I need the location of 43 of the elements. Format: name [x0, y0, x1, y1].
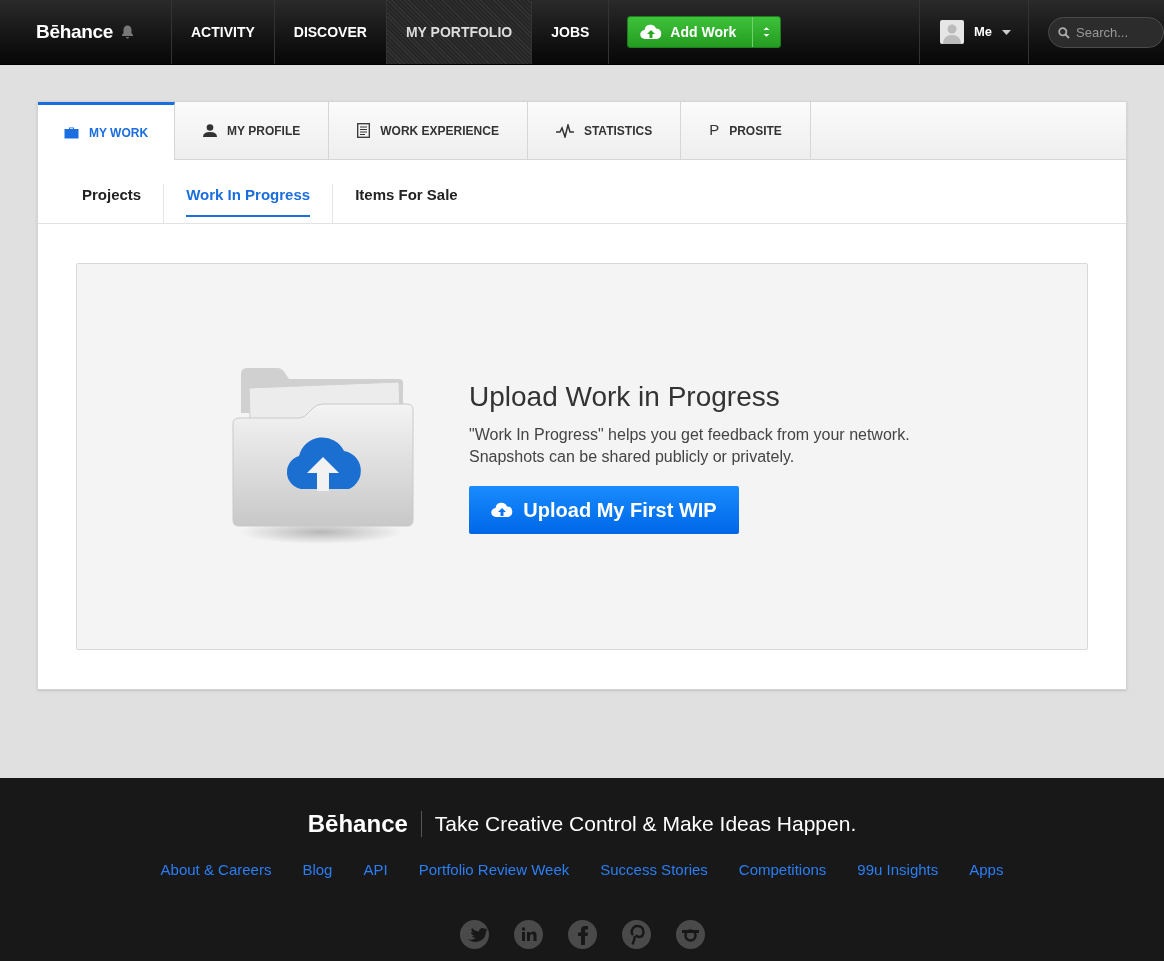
sub-tab[interactable]: Items For Sale [355, 184, 458, 215]
bell-icon[interactable] [121, 25, 135, 39]
linkedin-icon[interactable] [513, 920, 543, 949]
tab[interactable]: P PROSITE [681, 102, 811, 159]
bird-icon[interactable] [459, 920, 489, 949]
caret-icon[interactable] [1002, 29, 1012, 35]
pulse-icon [555, 123, 574, 138]
tab[interactable]: MY PROFILE [175, 102, 330, 159]
briefcase-icon [64, 126, 79, 139]
search-field[interactable]: Search... [1048, 16, 1164, 48]
upload-wip-button[interactable]: Upload My First WIP [469, 485, 739, 534]
footer-link[interactable]: API [363, 858, 388, 881]
footer-link[interactable]: Blog [302, 858, 333, 881]
tab[interactable]: STATISTICS [527, 102, 682, 159]
description-line: "Work In Progress" helps you get feedback from your network. [469, 424, 910, 445]
tab[interactable]: WORK EXPERIENCE [329, 102, 528, 159]
search-icon [1058, 26, 1070, 39]
logo[interactable]: Bēhance [36, 17, 114, 47]
footer-link[interactable]: Portfolio Review Week [418, 858, 570, 881]
document-icon [357, 123, 371, 138]
nav-link[interactable]: MY PORTFOLIO [386, 0, 533, 64]
nav-link[interactable]: JOBS [532, 0, 610, 64]
facebook-icon[interactable] [567, 920, 597, 949]
footer-link[interactable]: Competitions [738, 858, 827, 881]
description-line: Snapshots can be shared publicly or privately. [469, 446, 796, 467]
tagline: Take Creative Control & Make Ideas Happen. [433, 811, 857, 837]
person-icon [203, 124, 218, 137]
sub-tab[interactable]: Work In Progress [186, 184, 311, 217]
tab[interactable]: MY WORK [38, 102, 176, 160]
footer-logo[interactable]: Bēhance [307, 810, 422, 837]
letter-icon: P [709, 119, 720, 142]
avatar-icon[interactable] [940, 20, 964, 44]
nav-link[interactable]: ACTIVITY [172, 0, 275, 64]
cloud-upload-icon [640, 24, 663, 40]
sub-tab[interactable]: Projects [82, 184, 142, 215]
empty-state-title: Upload Work in Progress [469, 379, 781, 414]
cloud-upload-icon [491, 501, 514, 518]
footer-link[interactable]: Apps [969, 858, 1004, 881]
nav-link[interactable]: DISCOVER [274, 0, 387, 64]
user-menu-label[interactable]: Me [974, 22, 993, 42]
footer-link[interactable]: 99u Insights [857, 858, 939, 881]
footer-link[interactable]: Success Stories [600, 858, 708, 881]
footer-link[interactable]: About & Careers [160, 858, 272, 881]
